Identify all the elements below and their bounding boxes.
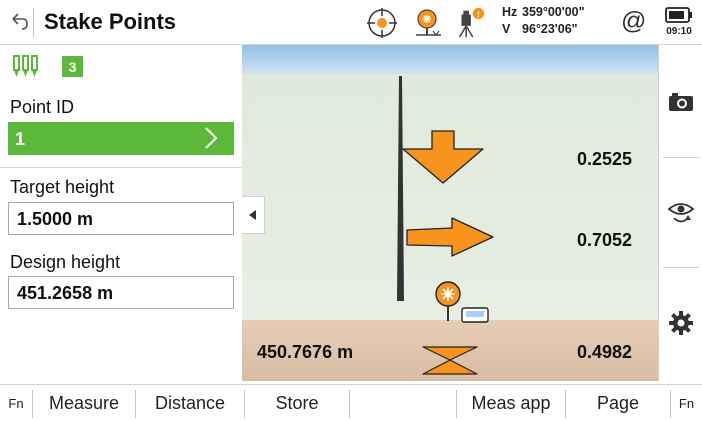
meas-app-button[interactable]: Meas app bbox=[457, 385, 565, 421]
current-height-value: 450.7676 m bbox=[257, 342, 354, 362]
point-id-selector[interactable]: 1 bbox=[8, 122, 234, 155]
design-height-label: Design height bbox=[10, 252, 121, 272]
title-bar: Stake Points ! Hz 359°00'00" V 96°23'06"… bbox=[0, 0, 702, 45]
forward-back-value: 0.2525 bbox=[577, 149, 633, 169]
point-id-label: Point ID bbox=[10, 97, 75, 117]
stake-out-icon[interactable] bbox=[12, 53, 42, 79]
eye-rotate-icon bbox=[667, 203, 695, 223]
distance-button[interactable]: Distance bbox=[136, 385, 244, 421]
v-label: V bbox=[502, 22, 511, 36]
point-id-value: 1 bbox=[15, 129, 26, 149]
target-height-label: Target height bbox=[10, 177, 115, 197]
right-arrow-icon bbox=[406, 217, 494, 257]
page-title: Stake Points bbox=[44, 9, 177, 34]
left-panel: 3 Point ID 1 Target height 1.5000 m Desi… bbox=[0, 45, 242, 381]
empty-softkey[interactable] bbox=[350, 385, 456, 421]
softkey-bar: Fn Measure Distance Store Meas app Page … bbox=[0, 384, 702, 421]
right-toolbar bbox=[658, 45, 702, 381]
store-button[interactable]: Store bbox=[245, 385, 349, 421]
crosshair-target-icon[interactable] bbox=[365, 6, 399, 40]
camera-button[interactable] bbox=[659, 47, 702, 157]
gear-icon bbox=[669, 311, 693, 335]
measure-button[interactable]: Measure bbox=[33, 385, 135, 421]
at-icon[interactable]: @ bbox=[621, 7, 646, 36]
stakeout-drawing bbox=[397, 76, 494, 375]
divider bbox=[0, 167, 242, 168]
camera-icon bbox=[669, 93, 693, 111]
total-station-icon[interactable]: ! bbox=[452, 6, 486, 40]
back-arrow-icon[interactable] bbox=[6, 8, 32, 36]
clock: 09:10 bbox=[666, 26, 692, 37]
collapse-panel-button[interactable] bbox=[242, 196, 265, 234]
design-height-field[interactable]: 451.2658 m bbox=[8, 276, 234, 309]
target-height-field[interactable]: 1.5000 m bbox=[8, 202, 234, 235]
fn-right-key[interactable]: Fn bbox=[671, 385, 702, 421]
fn-left-key[interactable]: Fn bbox=[0, 385, 32, 421]
page-badge[interactable]: 3 bbox=[62, 56, 83, 77]
stakeout-graphic: 0.2525 0.7052 450.7676 m 0.4982 bbox=[242, 45, 658, 381]
prism-icon[interactable] bbox=[411, 6, 445, 40]
chevron-right-icon bbox=[205, 127, 218, 149]
settings-button[interactable] bbox=[659, 268, 702, 378]
height-diff-value: 0.4982 bbox=[577, 342, 633, 362]
hz-value: 359°00'00" bbox=[522, 5, 585, 19]
hz-label: Hz bbox=[502, 5, 518, 19]
height-down-arrow-icon bbox=[422, 359, 478, 375]
chevron-left-icon bbox=[249, 210, 256, 220]
range-pole bbox=[397, 76, 404, 301]
height-up-arrow-icon bbox=[422, 346, 478, 361]
v-value: 96°23'06" bbox=[522, 22, 578, 36]
right-left-value: 0.7052 bbox=[577, 230, 633, 250]
warning-badge: ! bbox=[477, 9, 480, 19]
down-arrow-icon bbox=[402, 130, 484, 184]
header-divider bbox=[33, 8, 34, 37]
angle-readout: Hz 359°00'00" V 96°23'06" bbox=[502, 4, 585, 38]
view-rotate-button[interactable] bbox=[659, 158, 702, 268]
battery-icon: 09:10 bbox=[662, 5, 696, 41]
page-button[interactable]: Page bbox=[566, 385, 670, 421]
